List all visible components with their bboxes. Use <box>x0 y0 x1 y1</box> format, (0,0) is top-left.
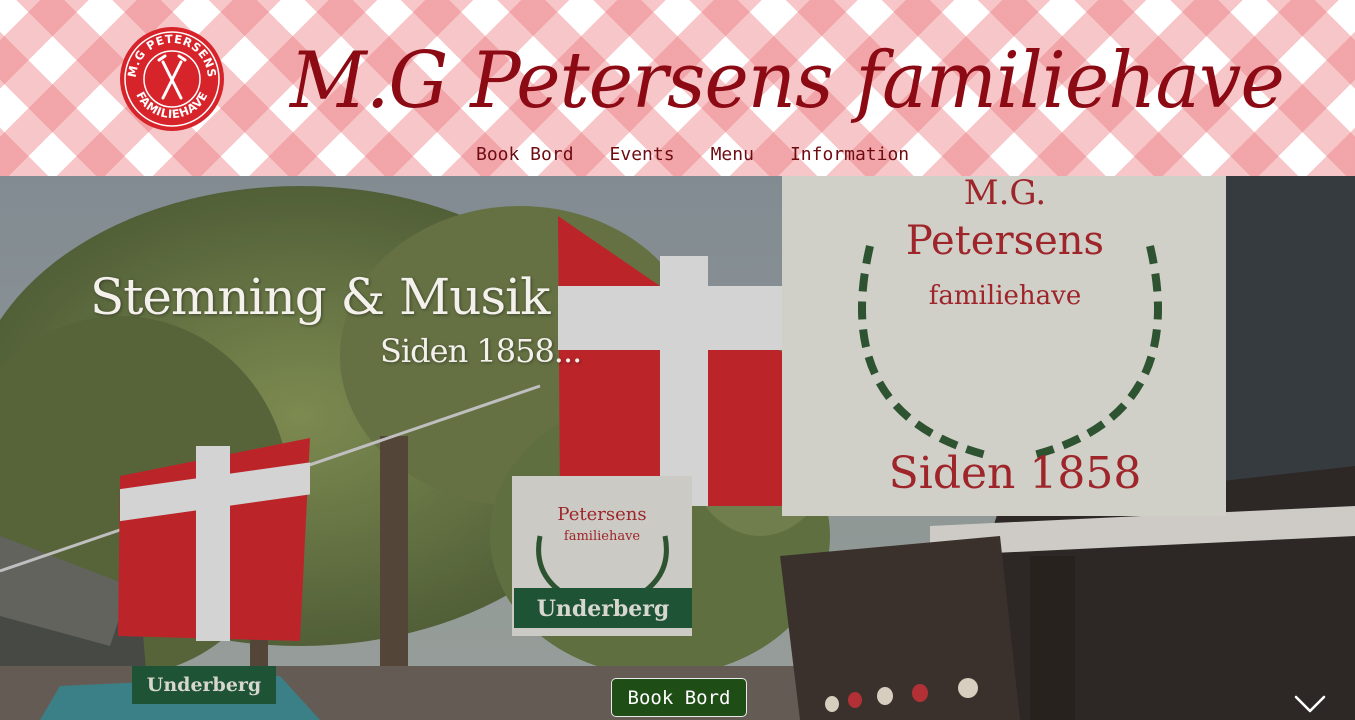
hero-title: Stemning & Musik <box>90 268 550 326</box>
book-bord-button[interactable]: Book Bord <box>611 678 747 717</box>
logo[interactable]: M.G PETERSENS FAMILIEHAVE <box>119 26 225 132</box>
nav-menu[interactable]: Menu <box>693 142 772 168</box>
nav-information[interactable]: Information <box>772 142 927 168</box>
site-title[interactable]: M.G Petersens familiehave <box>290 26 1285 136</box>
hero-video: Petersens familiehave Underberg Underber… <box>0 176 1355 720</box>
hero-background-image: Petersens familiehave Underberg Underber… <box>0 176 1355 720</box>
hero-subtitle: Siden 1858... <box>380 332 582 370</box>
main-nav: Book Bord Events Menu Information <box>458 142 927 168</box>
nav-events[interactable]: Events <box>592 142 693 168</box>
site-header: M.G PETERSENS FAMILIEHAVE M.G Petersens … <box>0 0 1355 176</box>
nav-book-bord[interactable]: Book Bord <box>458 142 592 168</box>
chevron-down-icon[interactable] <box>1294 693 1326 715</box>
